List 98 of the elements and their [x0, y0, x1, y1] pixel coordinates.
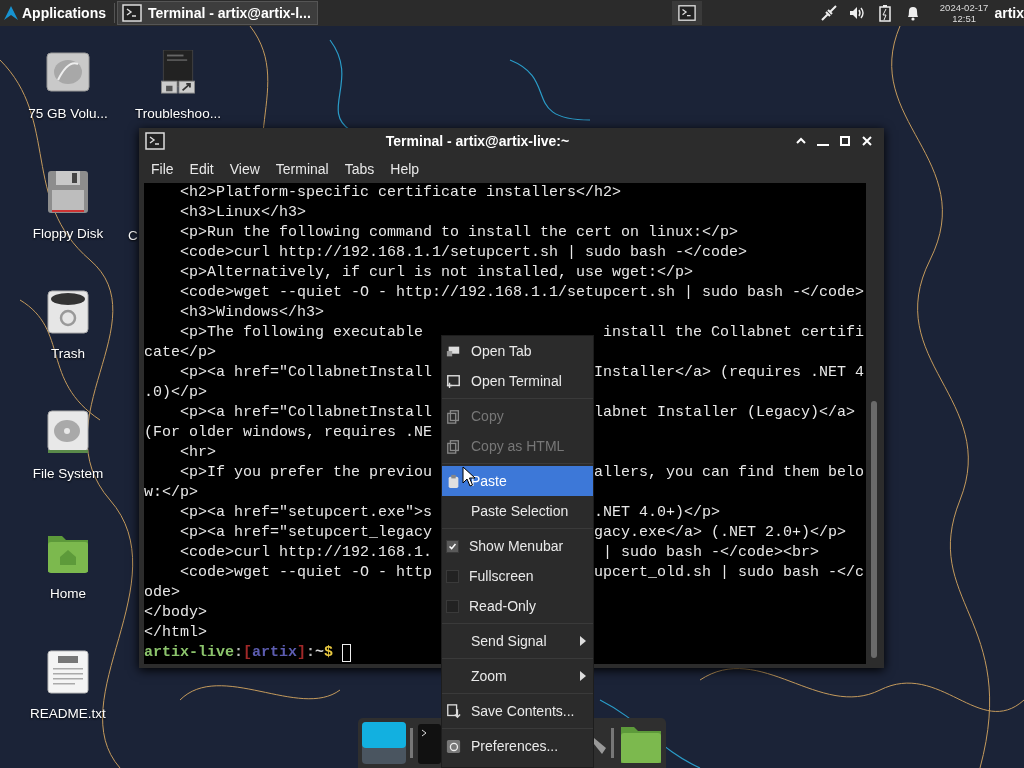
menu-item[interactable]: Show Menubar — [442, 531, 593, 561]
prompt-text: [ — [243, 643, 253, 663]
desktop-icon-label: C — [128, 228, 138, 243]
menu-item[interactable]: Help — [382, 157, 428, 180]
menu-item[interactable]: Save Contents... — [442, 696, 593, 726]
terminal-line: cate</p> — [144, 343, 216, 363]
taskbar-button[interactable]: Terminal - artix@artix-l... — [117, 1, 318, 25]
scrollbar-thumb[interactable] — [871, 401, 877, 658]
terminal-line: <h2>Platform-specific certificate installers</h2> — [180, 183, 622, 203]
terminal-line: <p>Alternatively, if curl is not installed, use wget:</p> — [180, 263, 694, 283]
checkbox[interactable] — [446, 539, 459, 553]
terminal-line: <code>curl http://192.168.1. — [180, 543, 433, 563]
menu-item[interactable]: Paste — [442, 466, 593, 496]
workspace-icon[interactable] — [362, 722, 406, 764]
settings-icon — [446, 738, 461, 754]
menu-item[interactable]: File — [143, 157, 182, 180]
terminal-line: <hr> — [180, 443, 216, 463]
desktop-icon-label[interactable]: 75 GB Volu... — [28, 106, 108, 121]
terminal-line: allers, you can find them belo — [594, 463, 865, 483]
menu-item[interactable]: Tabs — [336, 157, 383, 180]
copy-icon — [446, 438, 461, 454]
terminal-line: <p><a href="setupcert_legacy — [180, 523, 433, 543]
terminal-line: ode> — [144, 583, 180, 603]
terminal-line: <h3>Windows</h3> — [180, 303, 325, 323]
checkbox[interactable] — [446, 599, 459, 613]
terminal-line: (For older windows, requires .NE — [144, 423, 433, 443]
menu-item[interactable]: Read-Only — [442, 591, 593, 621]
copy-icon — [446, 408, 461, 424]
terminal-line: <p><a href="setupcert.exe">s — [180, 503, 433, 523]
prompt-text: $ — [324, 643, 334, 663]
terminal-launcher[interactable] — [671, 1, 702, 25]
terminal-line: <code>curl http://192.168.1.1/setupcert.sh | sudo bash -</code> — [180, 243, 748, 263]
terminal-icon — [677, 4, 696, 22]
desktop-icon-label[interactable]: Trash — [51, 346, 85, 361]
close-icon — [861, 135, 873, 147]
hard-drive-icon — [46, 410, 90, 454]
text-cursor — [342, 644, 352, 662]
desktop-icon-label[interactable]: Troubleshoo... — [135, 106, 221, 121]
terminal-icon — [122, 4, 142, 22]
desktop-icon-label[interactable]: Home — [50, 586, 86, 601]
drive-icon — [46, 50, 90, 94]
save-icon — [446, 703, 461, 719]
menu-item[interactable]: Preferences... — [442, 731, 593, 761]
window-title: Terminal - artix@artix-live:~ — [384, 133, 571, 149]
terminal-line: </html> — [144, 623, 207, 643]
terminal-line: w:</p> — [144, 483, 198, 503]
desktop-icon-label[interactable]: Floppy Disk — [32, 226, 104, 241]
prompt-text: : — [306, 643, 316, 663]
menu-item[interactable]: Fullscreen — [442, 561, 593, 591]
terminal-line: .0)</p> — [144, 383, 207, 403]
prompt-text: ] — [297, 643, 307, 663]
menu-item[interactable]: Open Terminal — [442, 366, 593, 396]
terminal-line: <code>wget --quiet -O - http://192.168.1.1/setupcert.sh | sudo bash -</code> — [180, 283, 865, 303]
desktop-icon-label[interactable]: README.txt — [30, 706, 106, 721]
prompt-text: ~ — [315, 643, 325, 663]
submenu-arrow-icon — [579, 670, 587, 682]
terminal-line: install the Collabnet certifi — [602, 323, 865, 343]
menu-item[interactable]: Terminal — [267, 157, 337, 180]
time-text: 12:51 — [952, 13, 976, 24]
terminal-line: Installer</a> (requires .NET 4 — [594, 363, 865, 383]
prompt-text: artix — [252, 643, 298, 663]
terminal-line: <p>Run the following command to install the cert on linux:</p> — [180, 223, 739, 243]
menu-item[interactable]: Zoom — [442, 661, 593, 691]
terminal-line: labnet Installer (Legacy)</a> — [594, 403, 856, 423]
date-text: 2024-02-17 — [939, 2, 989, 13]
network-icon[interactable] — [819, 4, 838, 22]
terminal-line: .NET 4.0+)</p> — [594, 503, 721, 523]
terminal-icon — [145, 132, 165, 150]
terminal-line: | sudo bash -</code><br> — [602, 543, 820, 563]
terminal-line: <p><a href="CollabnetInstall — [180, 403, 433, 423]
prompt-text: artix-live — [144, 643, 234, 663]
terminal-line: </body> — [144, 603, 207, 623]
minimize-icon — [817, 144, 829, 146]
menu-item[interactable]: Edit — [181, 157, 222, 180]
terminal-line: <code>wget --quiet -O - http — [180, 563, 433, 583]
prompt-text: : — [234, 643, 244, 663]
terminal-line: <p>The following executable — [180, 323, 424, 343]
menu-item[interactable]: View — [221, 157, 268, 180]
trash-icon — [46, 290, 90, 334]
checkbox[interactable] — [446, 569, 459, 583]
terminal-line: <h3>Linux</h3> — [180, 203, 307, 223]
user-name[interactable]: artix — [994, 5, 1024, 21]
text-file-icon — [46, 650, 90, 694]
menu-item[interactable]: Paste Selection — [442, 496, 593, 526]
menu-item[interactable]: Open Tab — [442, 336, 593, 366]
menu-item[interactable]: Send Signal — [442, 626, 593, 656]
clipboard-icon — [446, 473, 461, 489]
desktop-icon-label[interactable]: File System — [32, 466, 104, 481]
terminal-line: gacy.exe</a> (.NET 2.0+)</p> — [594, 523, 847, 543]
logo-icon — [3, 5, 19, 21]
terminal-line: <p><a href="CollabnetInstall — [180, 363, 433, 383]
submenu-arrow-icon — [579, 635, 587, 647]
new-window-icon — [446, 373, 461, 389]
terminal-line: <p>If you prefer the previou — [180, 463, 433, 483]
folder-icon[interactable] — [620, 724, 662, 764]
terminal-line: upcert_old.sh | sudo bash -</c — [594, 563, 865, 583]
maximize-icon — [839, 135, 851, 147]
applications-menu[interactable]: Applications — [0, 0, 112, 26]
